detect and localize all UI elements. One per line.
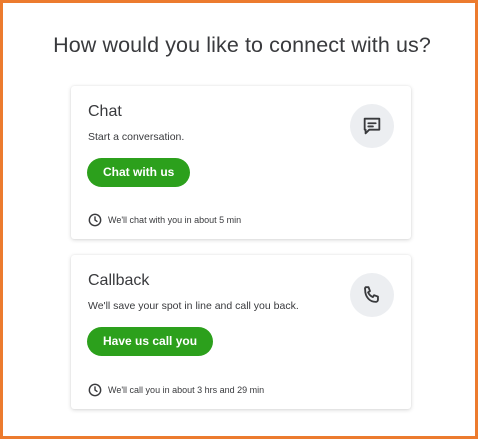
callback-option-card: Callback We'll save your spot in line an…	[71, 255, 411, 409]
clock-icon	[88, 213, 102, 227]
dialog-frame: How would you like to connect with us? C…	[0, 0, 478, 439]
page-title: How would you like to connect with us?	[53, 33, 431, 57]
chat-bubble-icon	[363, 117, 381, 135]
chat-option-title: Chat	[88, 103, 122, 120]
phone-icon	[364, 286, 379, 303]
callback-wait-text: We'll call you in about 3 hrs and 29 min	[108, 385, 265, 395]
chat-icon-badge	[350, 104, 394, 148]
callback-option-title: Callback	[88, 272, 150, 289]
callback-option-description: We'll save your spot in line and call yo…	[88, 300, 299, 312]
have-us-call-you-button[interactable]: Have us call you	[87, 327, 214, 356]
chat-with-us-button[interactable]: Chat with us	[87, 158, 191, 187]
chat-wait-time: We'll chat with you in about 5 min	[88, 213, 241, 227]
phone-icon-badge	[350, 273, 394, 317]
chat-option-card: Chat Start a conversation. Chat with us …	[71, 86, 411, 239]
chat-wait-text: We'll chat with you in about 5 min	[108, 215, 242, 225]
clock-icon	[88, 383, 102, 397]
chat-option-description: Start a conversation.	[88, 131, 185, 143]
callback-wait-time: We'll call you in about 3 hrs and 29 min	[88, 383, 264, 397]
